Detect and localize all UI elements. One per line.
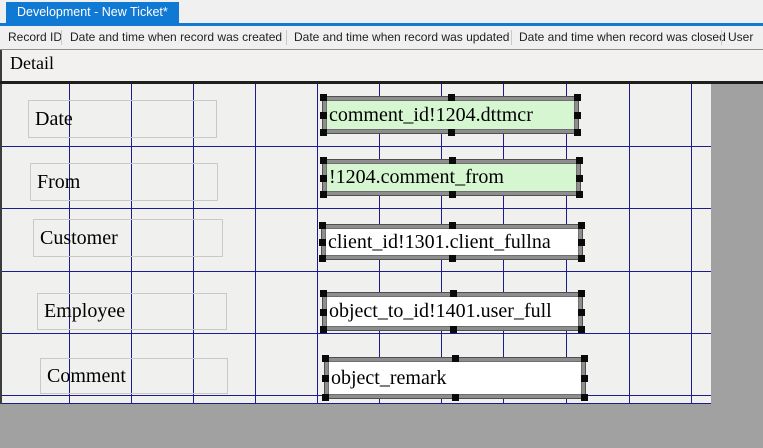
label-object-employee[interactable]: Employee <box>37 293 227 330</box>
selection-handle-bl[interactable] <box>322 394 329 401</box>
selection-handle-tr[interactable] <box>578 290 585 297</box>
selection-handle-tl[interactable] <box>319 222 326 229</box>
grid-hline <box>2 271 713 272</box>
document-tab-title: Development - New Ticket* <box>17 5 168 19</box>
field-column-record-id[interactable]: Record ID <box>8 30 62 44</box>
selection-handle-br[interactable] <box>578 326 585 333</box>
tab-bar: Development - New Ticket* <box>0 0 763 23</box>
grid-vline <box>317 84 318 404</box>
field-object-remark[interactable]: object_remark <box>325 358 585 398</box>
selection-handle-mr[interactable] <box>581 375 588 382</box>
selection-handle-ml[interactable] <box>322 375 329 382</box>
selection-handle-bm[interactable] <box>452 394 459 401</box>
field-column-updated[interactable]: Date and time when record was updated <box>294 30 509 44</box>
field-column-created[interactable]: Date and time when record was created <box>70 30 282 44</box>
selection-handle-tm[interactable] <box>450 290 457 297</box>
grid-vline <box>691 84 692 404</box>
field-object-date-created[interactable]: comment_id!1204.dttmcr <box>323 97 578 133</box>
header-separator <box>511 30 512 45</box>
selection-handle-bm[interactable] <box>448 129 455 136</box>
field-expression: !1204.comment_from <box>323 160 580 195</box>
field-expression: object_remark <box>325 358 585 398</box>
outside-page-area-bottom <box>0 404 763 448</box>
selection-handle-mr[interactable] <box>578 309 585 316</box>
selection-handle-bl[interactable] <box>320 326 327 333</box>
detail-band-header[interactable]: Detail <box>0 50 763 81</box>
header-separator <box>61 30 62 45</box>
selection-handle-bm[interactable] <box>449 255 456 262</box>
selection-handle-br[interactable] <box>574 129 581 136</box>
selection-handle-ml[interactable] <box>320 309 327 316</box>
selection-handle-bm[interactable] <box>450 326 457 333</box>
field-object-comment-from[interactable]: !1204.comment_from <box>323 160 580 195</box>
label-object-date[interactable]: Date <box>28 100 217 138</box>
selection-handle-tl[interactable] <box>320 157 327 164</box>
selection-handle-bm[interactable] <box>449 191 456 198</box>
selection-handle-tl[interactable] <box>322 355 329 362</box>
grid-hline <box>2 208 713 209</box>
field-description-header: Record ID Date and time when record was … <box>0 26 763 49</box>
selection-handle-bl[interactable] <box>319 255 326 262</box>
grid-vline <box>255 84 256 404</box>
detail-band-label: Detail <box>10 53 54 74</box>
label-object-comment[interactable]: Comment <box>40 358 228 394</box>
selection-handle-tr[interactable] <box>574 94 581 101</box>
label-object-from[interactable]: From <box>30 163 218 201</box>
selection-handle-tm[interactable] <box>449 222 456 229</box>
form-designer-window: Development - New Ticket* Record ID Date… <box>0 0 763 448</box>
selection-handle-tl[interactable] <box>320 94 327 101</box>
field-column-user[interactable]: User <box>728 30 753 44</box>
selection-handle-ml[interactable] <box>320 112 327 119</box>
field-object-client-fullname[interactable]: client_id!1301.client_fullna <box>322 225 582 259</box>
grid-vline <box>629 84 630 404</box>
selection-handle-tr[interactable] <box>578 222 585 229</box>
header-separator <box>286 30 287 45</box>
selection-handle-tr[interactable] <box>576 157 583 164</box>
label-object-customer[interactable]: Customer <box>33 219 223 257</box>
selection-handle-br[interactable] <box>578 255 585 262</box>
selection-handle-tr[interactable] <box>581 355 588 362</box>
header-separator <box>721 30 722 45</box>
selection-handle-br[interactable] <box>581 394 588 401</box>
selection-handle-ml[interactable] <box>319 239 326 246</box>
selection-handle-bl[interactable] <box>320 129 327 136</box>
field-expression: object_to_id!1401.user_full <box>323 293 582 330</box>
selection-handle-mr[interactable] <box>576 175 583 182</box>
field-expression: client_id!1301.client_fullna <box>322 225 582 259</box>
document-tab[interactable]: Development - New Ticket* <box>6 2 179 23</box>
field-expression: comment_id!1204.dttmcr <box>323 97 578 133</box>
selection-handle-br[interactable] <box>576 191 583 198</box>
selection-handle-mr[interactable] <box>574 112 581 119</box>
grid-hline <box>2 146 713 147</box>
selection-handle-tl[interactable] <box>320 290 327 297</box>
selection-handle-tm[interactable] <box>449 157 456 164</box>
field-object-user-fullname[interactable]: object_to_id!1401.user_full <box>323 293 582 330</box>
outside-page-area-right <box>711 84 763 448</box>
selection-handle-tm[interactable] <box>452 355 459 362</box>
field-column-closed[interactable]: Date and time when record was closed <box>519 30 726 44</box>
selection-handle-mr[interactable] <box>578 239 585 246</box>
grid-hline <box>2 333 713 334</box>
selection-handle-bl[interactable] <box>320 191 327 198</box>
selection-handle-tm[interactable] <box>448 94 455 101</box>
selection-handle-ml[interactable] <box>320 175 327 182</box>
